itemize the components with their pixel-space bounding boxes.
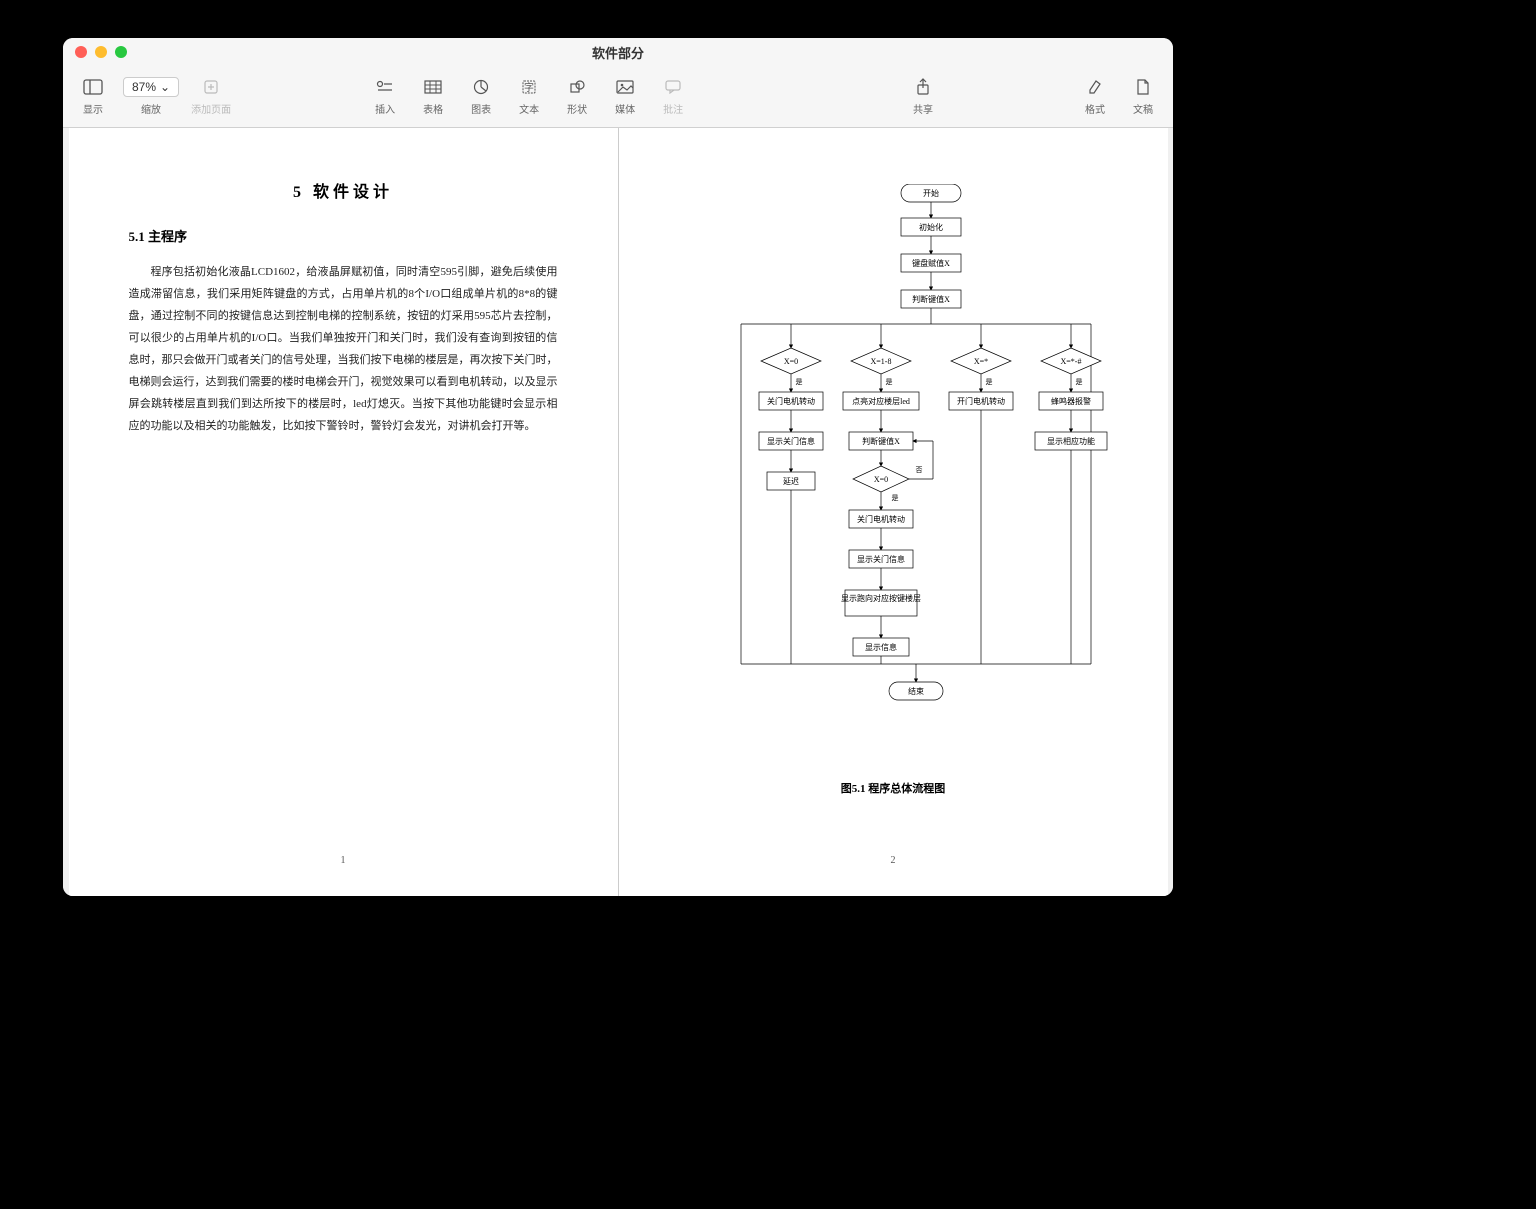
svg-text:否: 否 [915, 466, 922, 474]
table-button[interactable]: 表格 [411, 77, 455, 116]
svg-text:显示关门信息: 显示关门信息 [857, 554, 905, 564]
svg-text:X=1-8: X=1-8 [870, 357, 891, 366]
app-window: 软件部分 显示 87%⌄ 缩放 添加页面 插入 表格 图表 字 [63, 38, 1173, 896]
share-icon [916, 77, 930, 97]
figure-caption: 图5.1 程序总体流程图 [619, 780, 1168, 796]
document-content[interactable]: 5 软件设计 5.1 主程序 程序包括初始化液晶LCD1602，给液晶屏赋初值，… [63, 128, 1173, 896]
svg-text:显示相应功能: 显示相应功能 [1047, 436, 1095, 446]
format-button[interactable]: 格式 [1073, 77, 1117, 116]
zoom-dropdown[interactable]: 87%⌄ [123, 77, 179, 97]
chevron-down-icon: ⌄ [160, 80, 170, 94]
svg-text:初始化: 初始化 [919, 222, 943, 232]
svg-text:判断键值X: 判断键值X [912, 294, 950, 304]
format-icon [1087, 77, 1103, 97]
svg-text:开始: 开始 [923, 188, 939, 198]
page-number: 2 [619, 855, 1168, 866]
comment-icon [665, 77, 681, 97]
svg-text:X=0: X=0 [873, 475, 887, 484]
svg-text:是: 是 [985, 378, 992, 386]
table-icon [424, 77, 442, 97]
body-paragraph: 程序包括初始化液晶LCD1602，给液晶屏赋初值，同时清空595引脚，避免后续使… [129, 261, 558, 437]
svg-text:是: 是 [1075, 378, 1082, 386]
media-button[interactable]: 媒体 [603, 77, 647, 116]
zoom-control[interactable]: 87%⌄ 缩放 [119, 77, 183, 116]
traffic-lights [75, 46, 127, 58]
insert-button[interactable]: 插入 [363, 77, 407, 116]
media-icon [616, 77, 634, 97]
chapter-title: 5 软件设计 [129, 178, 558, 202]
svg-text:开门电机转动: 开门电机转动 [957, 396, 1005, 406]
pages-container: 5 软件设计 5.1 主程序 程序包括初始化液晶LCD1602，给液晶屏赋初值，… [69, 128, 1168, 896]
section-title: 5.1 主程序 [129, 226, 558, 245]
document-button[interactable]: 文稿 [1121, 77, 1165, 116]
add-page-icon [203, 77, 219, 97]
view-icon [83, 77, 103, 97]
svg-text:X=0: X=0 [783, 357, 797, 366]
svg-text:延迟: 延迟 [783, 476, 799, 486]
flowchart: 开始 初始化 键盘赋值X 判断键值X [681, 184, 1111, 764]
share-button[interactable]: 共享 [901, 77, 945, 116]
svg-text:键盘赋值X: 键盘赋值X [912, 258, 950, 268]
document-icon [1136, 77, 1150, 97]
comment-button[interactable]: 批注 [651, 77, 695, 116]
svg-text:是: 是 [891, 494, 898, 502]
text-button[interactable]: 字 文本 [507, 77, 551, 116]
shape-button[interactable]: 形状 [555, 77, 599, 116]
page-number: 1 [69, 855, 618, 866]
svg-text:点亮对应楼层led: 点亮对应楼层led [852, 396, 910, 406]
shape-icon [569, 77, 585, 97]
maximize-window-button[interactable] [115, 46, 127, 58]
svg-text:结束: 结束 [908, 686, 924, 696]
page-1: 5 软件设计 5.1 主程序 程序包括初始化液晶LCD1602，给液晶屏赋初值，… [69, 128, 618, 896]
chart-icon [473, 77, 489, 97]
svg-text:显示信息: 显示信息 [865, 642, 897, 652]
add-page-button[interactable]: 添加页面 [187, 77, 235, 116]
chart-button[interactable]: 图表 [459, 77, 503, 116]
svg-text:显示跑向对应按键楼层: 显示跑向对应按键楼层 [841, 593, 921, 603]
toolbar: 显示 87%⌄ 缩放 添加页面 插入 表格 图表 字 文本 形状 [63, 66, 1173, 128]
insert-icon [376, 77, 394, 97]
svg-text:判断键值X: 判断键值X [862, 436, 900, 446]
svg-text:字: 字 [524, 81, 534, 94]
svg-text:显示关门信息: 显示关门信息 [767, 436, 815, 446]
minimize-window-button[interactable] [95, 46, 107, 58]
svg-text:关门电机转动: 关门电机转动 [857, 514, 905, 524]
page-2: 开始 初始化 键盘赋值X 判断键值X [619, 128, 1168, 896]
svg-text:关门电机转动: 关门电机转动 [767, 396, 815, 406]
titlebar: 软件部分 [63, 38, 1173, 66]
svg-text:是: 是 [795, 378, 802, 386]
view-button[interactable]: 显示 [71, 77, 115, 116]
svg-text:是: 是 [885, 378, 892, 386]
svg-text:X=*-#: X=*-# [1060, 357, 1081, 366]
text-icon: 字 [521, 77, 537, 97]
window-title: 软件部分 [127, 43, 1109, 62]
close-window-button[interactable] [75, 46, 87, 58]
svg-text:X=*: X=* [973, 357, 987, 366]
svg-text:蜂鸣器报警: 蜂鸣器报警 [1051, 396, 1091, 406]
